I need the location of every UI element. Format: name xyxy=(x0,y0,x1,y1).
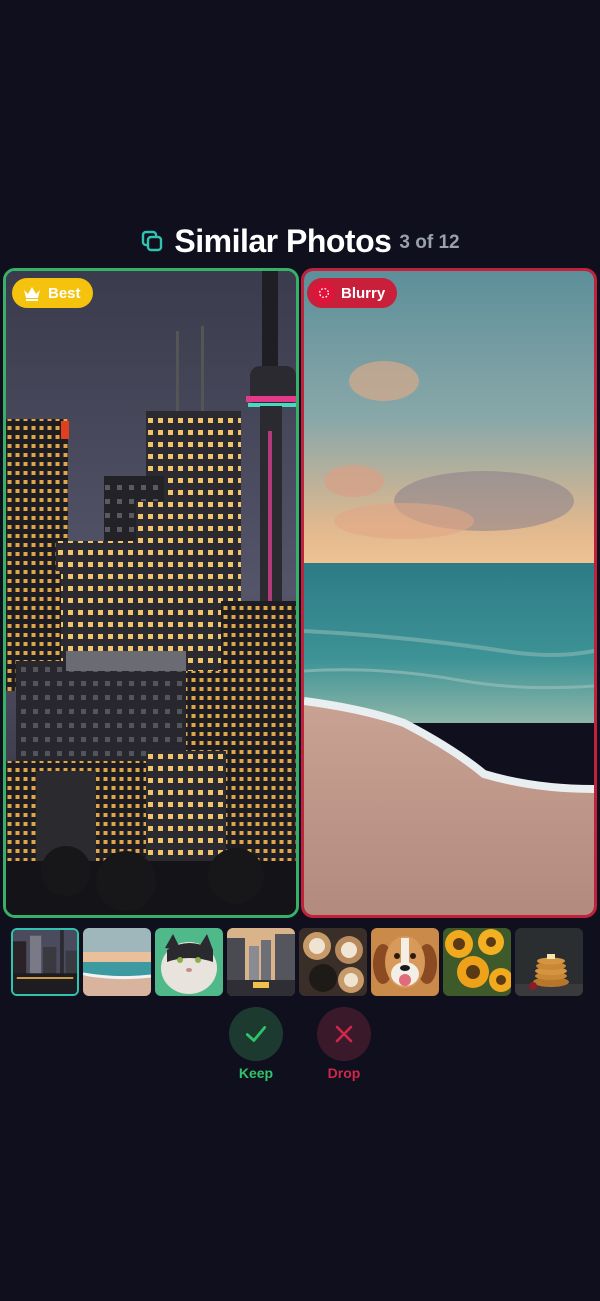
similar-photos-screen: Similar Photos 3 of 12 Best Blurry Keep … xyxy=(0,0,600,1301)
thumbnail-pancakes[interactable] xyxy=(515,928,583,996)
keep-label: Keep xyxy=(238,1065,274,1081)
blur-icon xyxy=(313,282,335,304)
thumbnail-sunflowers[interactable] xyxy=(443,928,511,996)
blurry-badge-label: Blurry xyxy=(341,284,386,302)
thumbnail-cat[interactable] xyxy=(155,928,223,996)
thumbnail-city-skyline[interactable] xyxy=(11,928,79,996)
header: Similar Photos 3 of 12 xyxy=(0,218,600,264)
check-icon xyxy=(245,1026,267,1042)
best-photo-card[interactable]: Best xyxy=(3,268,299,918)
copy-icon xyxy=(140,229,164,253)
blurry-badge: Blurry xyxy=(307,278,398,308)
best-badge: Best xyxy=(12,278,93,308)
keep-action: Keep xyxy=(221,1007,291,1081)
crown-icon xyxy=(22,283,42,303)
thumbnail-strip xyxy=(11,928,583,996)
close-icon xyxy=(335,1025,353,1043)
thumbnail-coffee-cups[interactable] xyxy=(299,928,367,996)
best-badge-label: Best xyxy=(48,284,81,302)
blurry-photo-card[interactable]: Blurry xyxy=(301,268,597,918)
thumbnail-city-street[interactable] xyxy=(227,928,295,996)
thumbnail-beach-sunset[interactable] xyxy=(83,928,151,996)
drop-action: Drop xyxy=(309,1007,379,1081)
beach-sunset-photo xyxy=(304,271,594,915)
drop-label: Drop xyxy=(327,1065,361,1081)
keep-button[interactable] xyxy=(229,1007,283,1061)
photo-counter: 3 of 12 xyxy=(399,232,460,253)
thumbnail-beagle-dog[interactable] xyxy=(371,928,439,996)
page-title: Similar Photos xyxy=(174,222,392,259)
drop-button[interactable] xyxy=(317,1007,371,1061)
city-skyline-photo xyxy=(6,271,296,915)
